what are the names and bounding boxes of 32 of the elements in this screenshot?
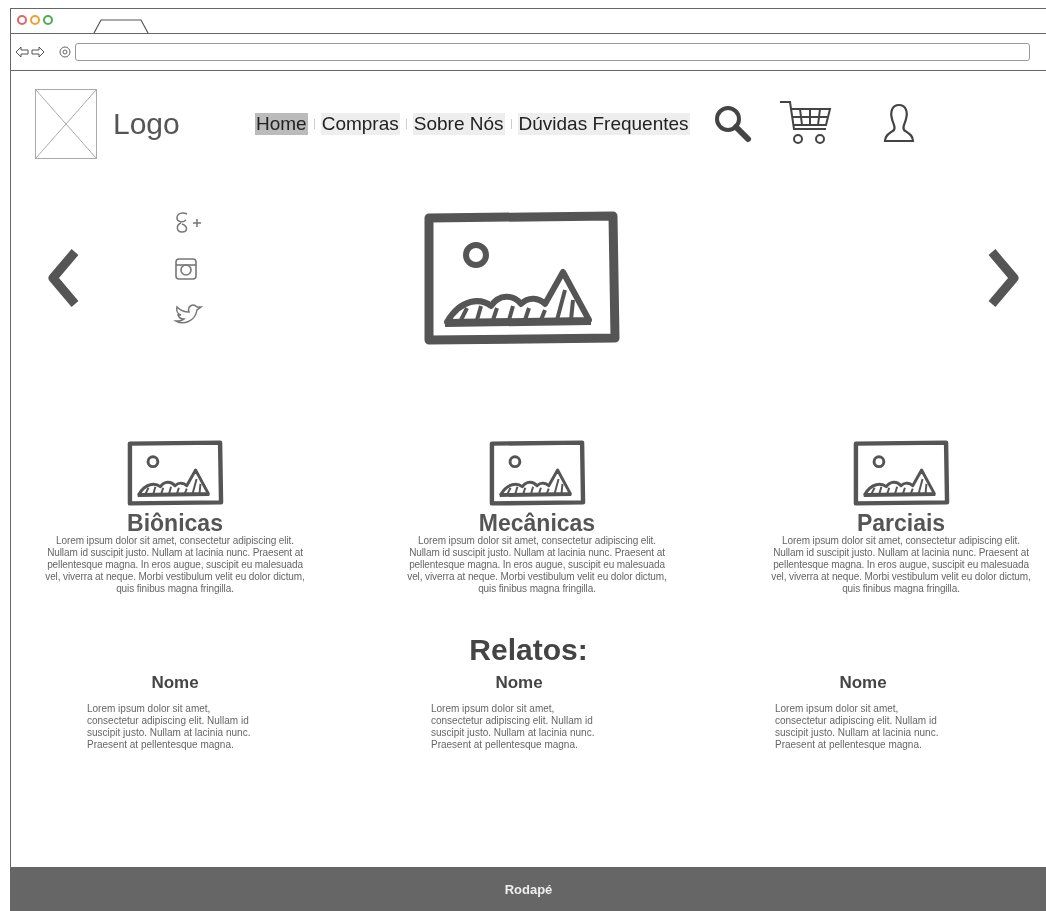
- google-plus-icon[interactable]: [173, 210, 203, 236]
- window-button[interactable]: [43, 15, 53, 25]
- globe-icon: [59, 46, 71, 58]
- category-title: Mecânicas: [478, 511, 596, 535]
- testimonial-name: Nome: [838, 673, 888, 693]
- testimonial-name: Nome: [494, 673, 544, 693]
- instagram-icon[interactable]: [173, 256, 199, 282]
- footer-text: Rodapé: [504, 881, 553, 897]
- logo-text[interactable]: Logo: [113, 107, 255, 141]
- image-placeholder-icon: [488, 439, 586, 507]
- testimonial-name: Nome: [150, 673, 200, 693]
- category-description: Lorem ipsum dolor sit amet, consectetur adipiscing elit. Nullam id suscipit justo. Nullam at lacinia nunc. Praesent at pellentesque magna. In eros augue, suscipit eu malesuada vel, viverra at neque. Morbi vestibulum velit eu dolor dictum, quis finibus magna fringilla.: [770, 535, 1032, 595]
- nav-link[interactable]: Dúvidas Frequentes: [517, 113, 690, 135]
- testimonial-text: Lorem ipsum dolor sit amet, consectetur adipiscing elit. Nullam id suscipit justo. Nullam at lacinia nunc. Praesent at pellentesque magna.: [431, 703, 596, 751]
- testimonial-text: Lorem ipsum dolor sit amet, consectetur adipiscing elit. Nullam id suscipit justo. Nullam at lacinia nunc. Praesent at pellentesque magna.: [87, 703, 252, 751]
- category-description: Lorem ipsum dolor sit amet, consectetur adipiscing elit. Nullam id suscipit justo. Nullam at lacinia nunc. Praesent at pellentesque magna. In eros augue, suscipit eu malesuada vel, viverra at neque. Morbi vestibulum velit eu dolor dictum, quis finibus magna fringilla.: [406, 535, 668, 595]
- nav-link[interactable]: Home: [255, 113, 308, 135]
- category-title: Parciais: [856, 511, 946, 535]
- category-description: Lorem ipsum dolor sit amet, consectetur adipiscing elit. Nullam id suscipit justo. Nullam at lacinia nunc. Praesent at pellentesque magna. In eros augue, suscipit eu malesuada vel, viverra at neque. Morbi vestibulum velit eu dolor dictum, quis finibus magna fringilla.: [44, 535, 306, 595]
- back-arrow-icon[interactable]: [15, 46, 29, 58]
- testimonial-text: Lorem ipsum dolor sit amet, consectetur adipiscing elit. Nullam id suscipit justo. Nullam at lacinia nunc. Praesent at pellentesque magna.: [775, 703, 940, 751]
- image-placeholder-icon: [126, 439, 224, 507]
- nav-link[interactable]: Sobre Nós: [412, 113, 505, 135]
- nav-link[interactable]: Compras: [320, 113, 400, 135]
- logo-placeholder-icon: [35, 89, 97, 159]
- forward-arrow-icon[interactable]: [31, 46, 45, 58]
- category-title: Biônicas: [127, 511, 223, 535]
- address-field[interactable]: [75, 43, 1030, 61]
- image-placeholder-icon: [852, 439, 950, 507]
- window-button[interactable]: [17, 15, 27, 25]
- section-heading: Relatos:: [469, 633, 588, 667]
- browser-tab[interactable]: [93, 19, 149, 33]
